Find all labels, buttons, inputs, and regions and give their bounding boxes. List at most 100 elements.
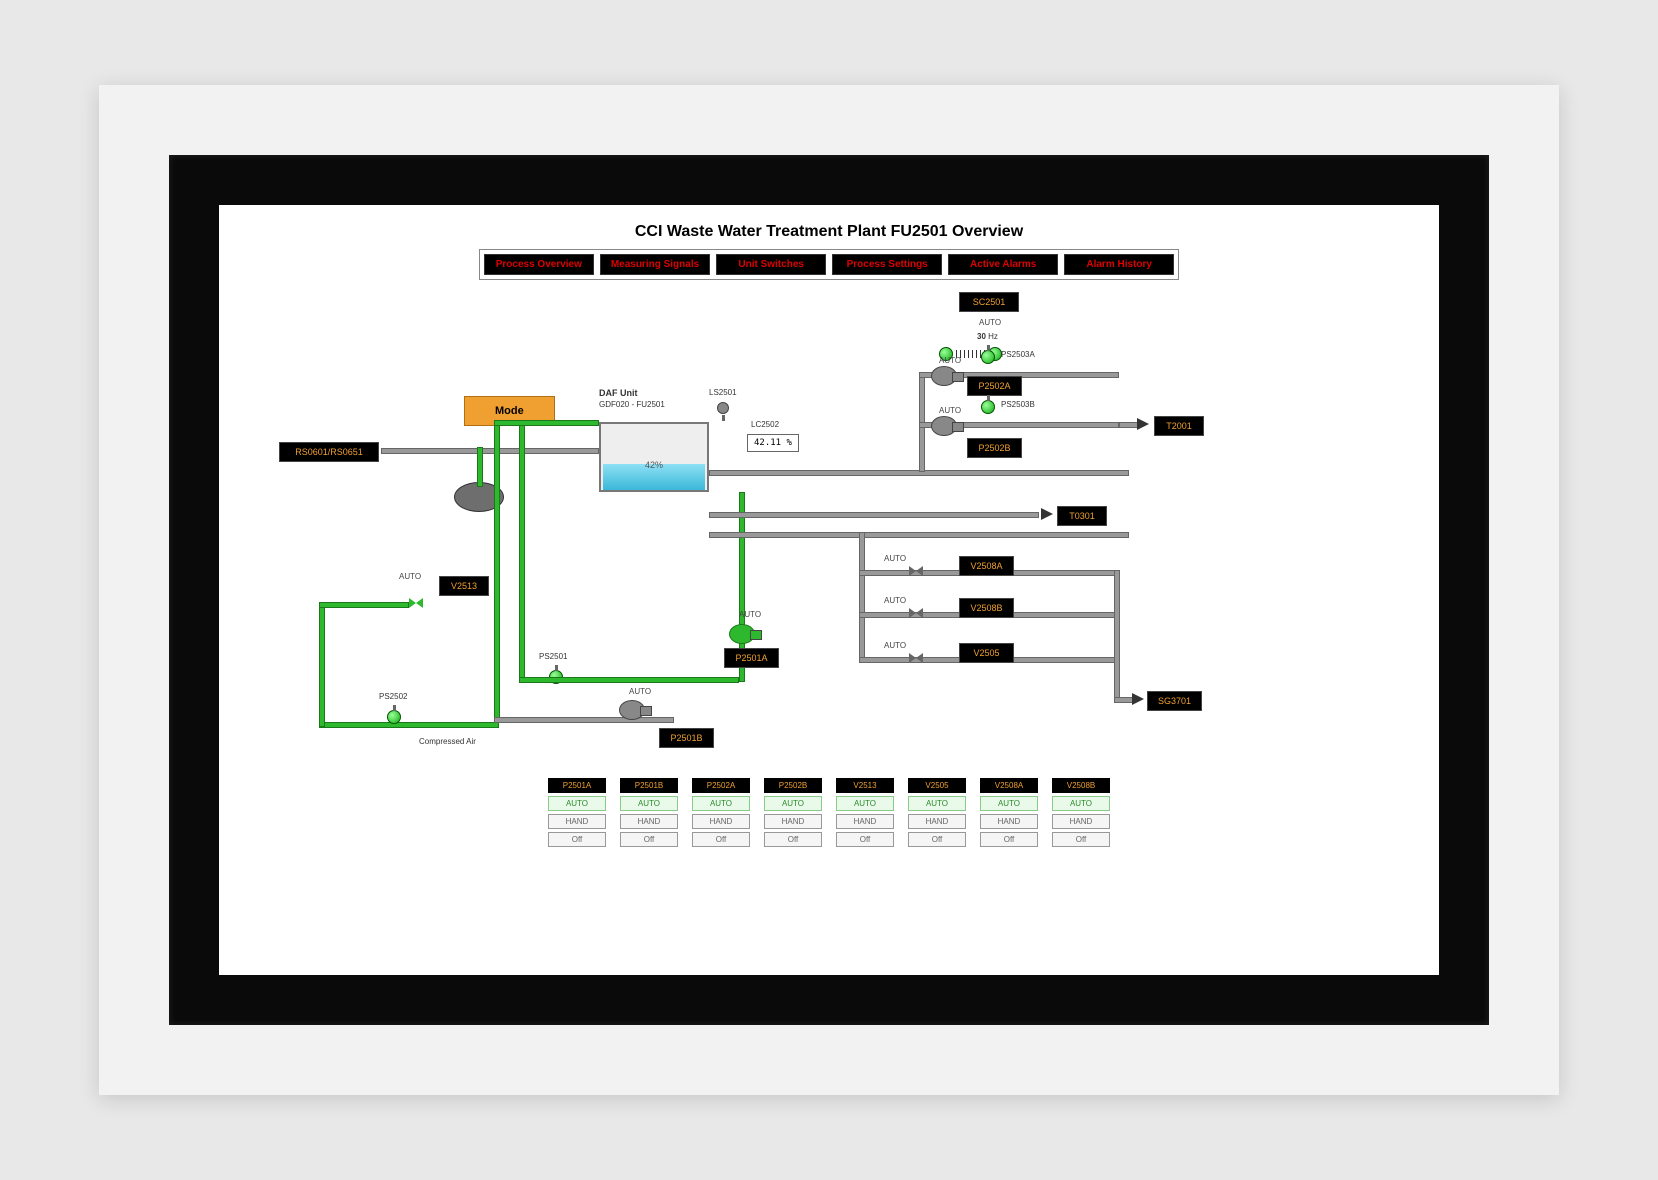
- lc2502-unit: %: [787, 438, 792, 448]
- tag-p2501a[interactable]: P2501A: [724, 648, 779, 668]
- ctrl-auto-5[interactable]: AUTO: [908, 796, 966, 811]
- p2502a-mode: AUTO: [939, 356, 961, 365]
- pipe-green-v3: [519, 422, 525, 682]
- ctrl-off-0[interactable]: Off: [548, 832, 606, 847]
- daf-tank[interactable]: 42%: [599, 422, 709, 492]
- hmi-screen: CCI Waste Water Treatment Plant FU2501 O…: [219, 205, 1439, 975]
- v2505-valve-icon[interactable]: [909, 653, 923, 663]
- tag-v2513[interactable]: V2513: [439, 576, 489, 596]
- pipe-inlet: [381, 448, 599, 454]
- ctrl-tag-2: P2502A: [692, 778, 750, 793]
- lc2502-value: 42.11: [754, 438, 781, 448]
- lc2502-label: LC2502: [751, 420, 779, 429]
- ctrl-auto-2[interactable]: AUTO: [692, 796, 750, 811]
- tag-v2508b[interactable]: V2508B: [959, 598, 1014, 618]
- nav-active-alarms[interactable]: Active Alarms: [948, 254, 1058, 275]
- sc2501-mode: AUTO: [979, 318, 1001, 327]
- sc2501-freq-unit: Hz: [988, 332, 998, 341]
- p2501b-mode: AUTO: [629, 687, 651, 696]
- ctrl-hand-2[interactable]: HAND: [692, 814, 750, 829]
- ctrl-off-6[interactable]: Off: [980, 832, 1038, 847]
- ctrl-off-7[interactable]: Off: [1052, 832, 1110, 847]
- v2508a-valve-icon[interactable]: [909, 566, 923, 576]
- ls2501-sensor-icon: [717, 402, 729, 414]
- pipe-green-h1: [494, 420, 599, 426]
- tag-sc2501[interactable]: SC2501: [959, 292, 1019, 312]
- ctrl-hand-4[interactable]: HAND: [836, 814, 894, 829]
- tag-t2001: T2001: [1154, 416, 1204, 436]
- ctrl-auto-3[interactable]: AUTO: [764, 796, 822, 811]
- ctrl-p2502a: P2502A AUTO HAND Off: [692, 778, 750, 847]
- ctrl-v2508a: V2508A AUTO HAND Off: [980, 778, 1038, 847]
- arrow-t0301: [1041, 508, 1053, 520]
- ctrl-auto-1[interactable]: AUTO: [620, 796, 678, 811]
- pipe-sg3701-v: [1114, 570, 1120, 700]
- ctrl-tag-6: V2508A: [980, 778, 1038, 793]
- pipe-t2001: [1119, 422, 1139, 428]
- ps2501-label: PS2501: [539, 652, 567, 661]
- page-title: CCI Waste Water Treatment Plant FU2501 O…: [219, 205, 1439, 249]
- pipe-green-compair: [319, 722, 499, 728]
- tag-v2505[interactable]: V2505: [959, 643, 1014, 663]
- pipe-green-h2: [319, 602, 409, 608]
- v2513-valve-icon[interactable]: [409, 598, 423, 608]
- ctrl-p2501a: P2501A AUTO HAND Off: [548, 778, 606, 847]
- pipe-p2501a-h: [519, 677, 739, 683]
- v2508b-valve-icon[interactable]: [909, 608, 923, 618]
- ctrl-tag-4: V2513: [836, 778, 894, 793]
- tag-p2501b[interactable]: P2501B: [659, 728, 714, 748]
- ctrl-hand-1[interactable]: HAND: [620, 814, 678, 829]
- ctrl-hand-6[interactable]: HAND: [980, 814, 1038, 829]
- ctrl-hand-0[interactable]: HAND: [548, 814, 606, 829]
- ctrl-tag-0: P2501A: [548, 778, 606, 793]
- tag-p2502a[interactable]: P2502A: [967, 376, 1022, 396]
- ps2502-label: PS2502: [379, 692, 407, 701]
- p2501b-pump-icon[interactable]: [619, 700, 645, 720]
- ctrl-off-5[interactable]: Off: [908, 832, 966, 847]
- ctrl-tag-3: P2502B: [764, 778, 822, 793]
- arrow-t2001: [1137, 418, 1149, 430]
- daf-heading: DAF Unit: [599, 388, 638, 398]
- ctrl-off-2[interactable]: Off: [692, 832, 750, 847]
- tag-inlet: RS0601/RS0651: [279, 442, 379, 462]
- nav-measuring-signals[interactable]: Measuring Signals: [600, 254, 710, 275]
- pipe-outlet3: [709, 532, 1129, 538]
- ctrl-v2505: V2505 AUTO HAND Off: [908, 778, 966, 847]
- ctrl-auto-6[interactable]: AUTO: [980, 796, 1038, 811]
- sc2501-freq: 30 Hz: [977, 332, 998, 341]
- ctrl-hand-3[interactable]: HAND: [764, 814, 822, 829]
- nav-alarm-history[interactable]: Alarm History: [1064, 254, 1174, 275]
- nav-process-overview[interactable]: Process Overview: [484, 254, 594, 275]
- nav-process-settings[interactable]: Process Settings: [832, 254, 942, 275]
- lc2502-readout: 42.11 %: [747, 434, 799, 452]
- ctrl-off-1[interactable]: Off: [620, 832, 678, 847]
- ctrl-tag-5: V2505: [908, 778, 966, 793]
- ctrl-p2501b: P2501B AUTO HAND Off: [620, 778, 678, 847]
- ctrl-v2513: V2513 AUTO HAND Off: [836, 778, 894, 847]
- p2502b-mode: AUTO: [939, 406, 961, 415]
- p2502b-pump-icon[interactable]: [931, 416, 957, 436]
- tag-t0301: T0301: [1057, 506, 1107, 526]
- v2508a-mode: AUTO: [884, 554, 906, 563]
- monitor-frame: CCI Waste Water Treatment Plant FU2501 O…: [99, 85, 1559, 1095]
- tag-v2508a[interactable]: V2508A: [959, 556, 1014, 576]
- ctrl-auto-7[interactable]: AUTO: [1052, 796, 1110, 811]
- pipe-valves-v: [859, 532, 865, 662]
- ls2501-label: LS2501: [709, 388, 737, 397]
- ctrl-off-3[interactable]: Off: [764, 832, 822, 847]
- ctrl-auto-0[interactable]: AUTO: [548, 796, 606, 811]
- tag-p2502b[interactable]: P2502B: [967, 438, 1022, 458]
- ctrl-p2502b: P2502B AUTO HAND Off: [764, 778, 822, 847]
- ctrl-off-4[interactable]: Off: [836, 832, 894, 847]
- v2505-mode: AUTO: [884, 641, 906, 650]
- ctrl-auto-4[interactable]: AUTO: [836, 796, 894, 811]
- compressed-air-label: Compressed Air: [419, 737, 476, 746]
- p2502a-pump-icon[interactable]: [931, 366, 957, 386]
- process-canvas: SC2501 AUTO 30 Hz RS0601/RS0651 Mode DAF…: [219, 292, 1439, 932]
- nav-unit-switches[interactable]: Unit Switches: [716, 254, 826, 275]
- p2501a-pump-icon[interactable]: [729, 624, 755, 644]
- ps2503b-label: PS2503B: [1001, 400, 1035, 409]
- nav-bar: Process Overview Measuring Signals Unit …: [479, 249, 1179, 280]
- ctrl-hand-5[interactable]: HAND: [908, 814, 966, 829]
- ctrl-hand-7[interactable]: HAND: [1052, 814, 1110, 829]
